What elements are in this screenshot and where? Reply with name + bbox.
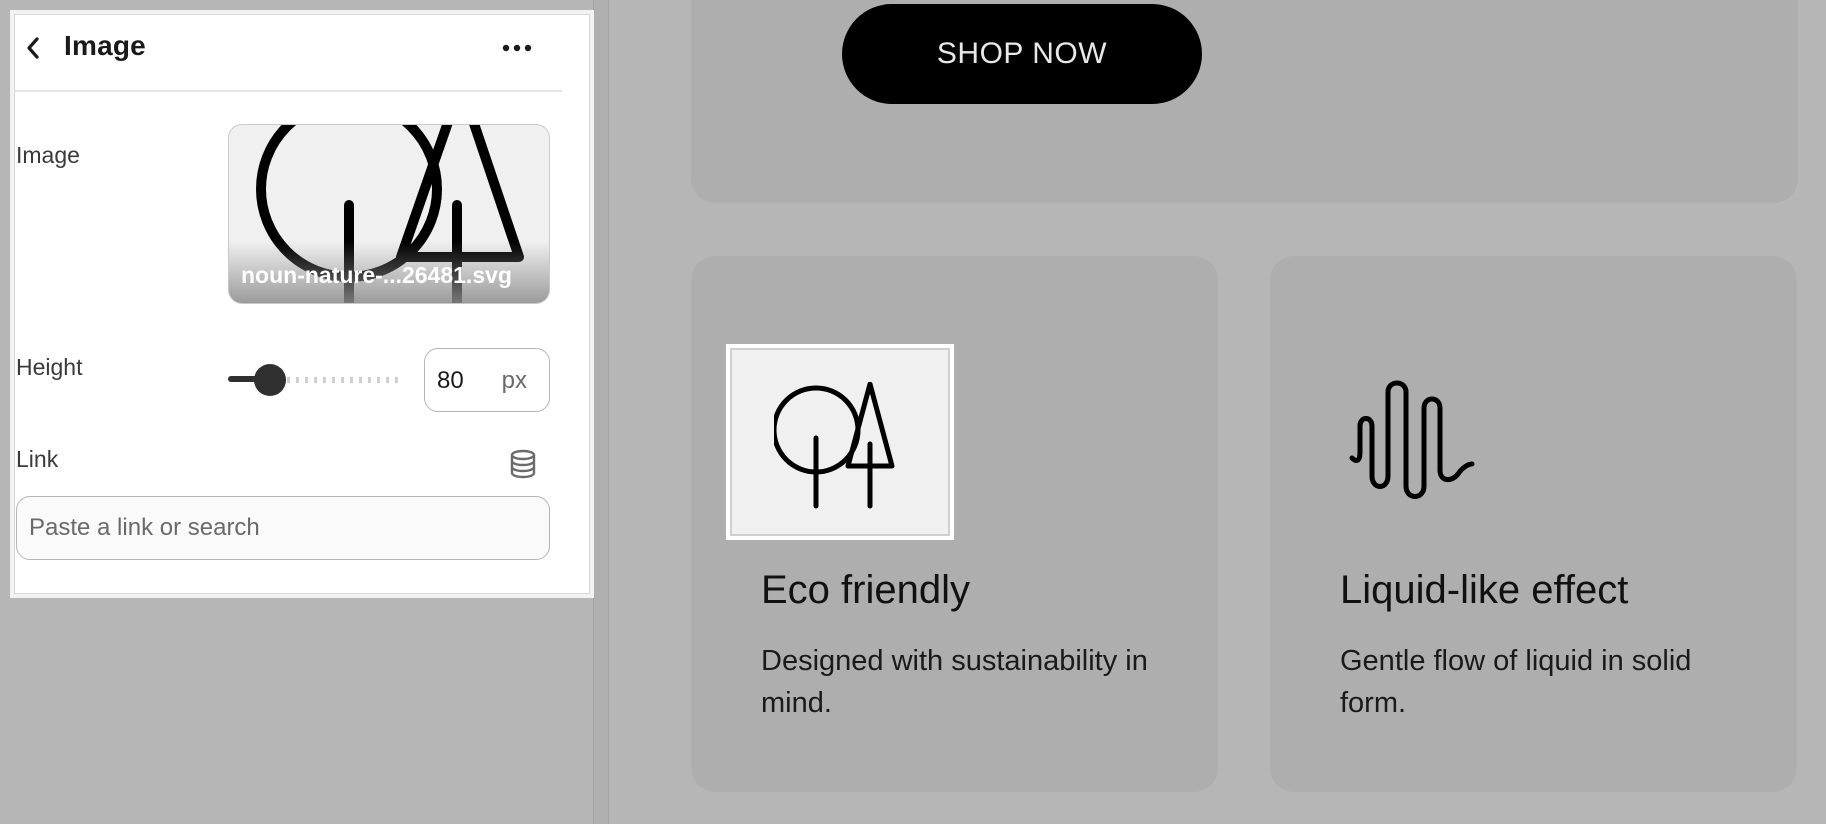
trees-icon [774, 382, 895, 509]
height-slider[interactable] [228, 362, 404, 396]
hero-section: SHOP NOW [691, 0, 1798, 203]
feature-description: Gentle flow of liquid in solid form. [1340, 645, 1692, 719]
image-filename: noun-nature-...26481.svg [241, 262, 512, 288]
height-value[interactable]: 80 [437, 367, 464, 395]
feature-title: Eco friendly [761, 568, 970, 612]
more-horizontal-icon [502, 44, 532, 52]
back-button[interactable] [20, 30, 48, 66]
height-unit: px [501, 367, 527, 394]
selected-image-block[interactable] [726, 344, 954, 540]
wave-icon [1349, 380, 1475, 499]
chevron-left-icon [27, 37, 39, 59]
panel-title: Image [64, 30, 146, 61]
more-options-button[interactable] [494, 34, 540, 62]
link-search-input[interactable] [16, 496, 550, 560]
image-picker[interactable]: noun-nature-...26481.svg [228, 124, 550, 304]
height-input[interactable]: 80 px [424, 348, 550, 412]
header-divider [14, 90, 562, 92]
link-label: Link [16, 446, 59, 472]
slider-thumb[interactable] [254, 364, 286, 396]
preview-canvas: SHOP NOW Eco friendly Designed with sust… [609, 0, 1826, 824]
panel-header: Image [14, 14, 590, 92]
height-label: Height [16, 354, 83, 380]
image-settings-panel: Image Image noun-nature-...26481.svg Hei… [10, 10, 594, 598]
image-label: Image [16, 142, 80, 168]
slider-track [278, 377, 398, 383]
feature-card-liquid[interactable]: Liquid-like effect Gentle flow of liquid… [1270, 256, 1797, 792]
database-icon [510, 449, 536, 479]
dynamic-source-button[interactable] [506, 447, 540, 481]
feature-card-eco[interactable]: Eco friendly Designed with sustainabilit… [691, 256, 1218, 792]
feature-title: Liquid-like effect [1340, 568, 1629, 612]
shop-now-button[interactable]: SHOP NOW [842, 4, 1202, 104]
feature-description: Designed with sustainability in mind. [761, 645, 1148, 719]
panel-divider[interactable] [593, 0, 609, 824]
